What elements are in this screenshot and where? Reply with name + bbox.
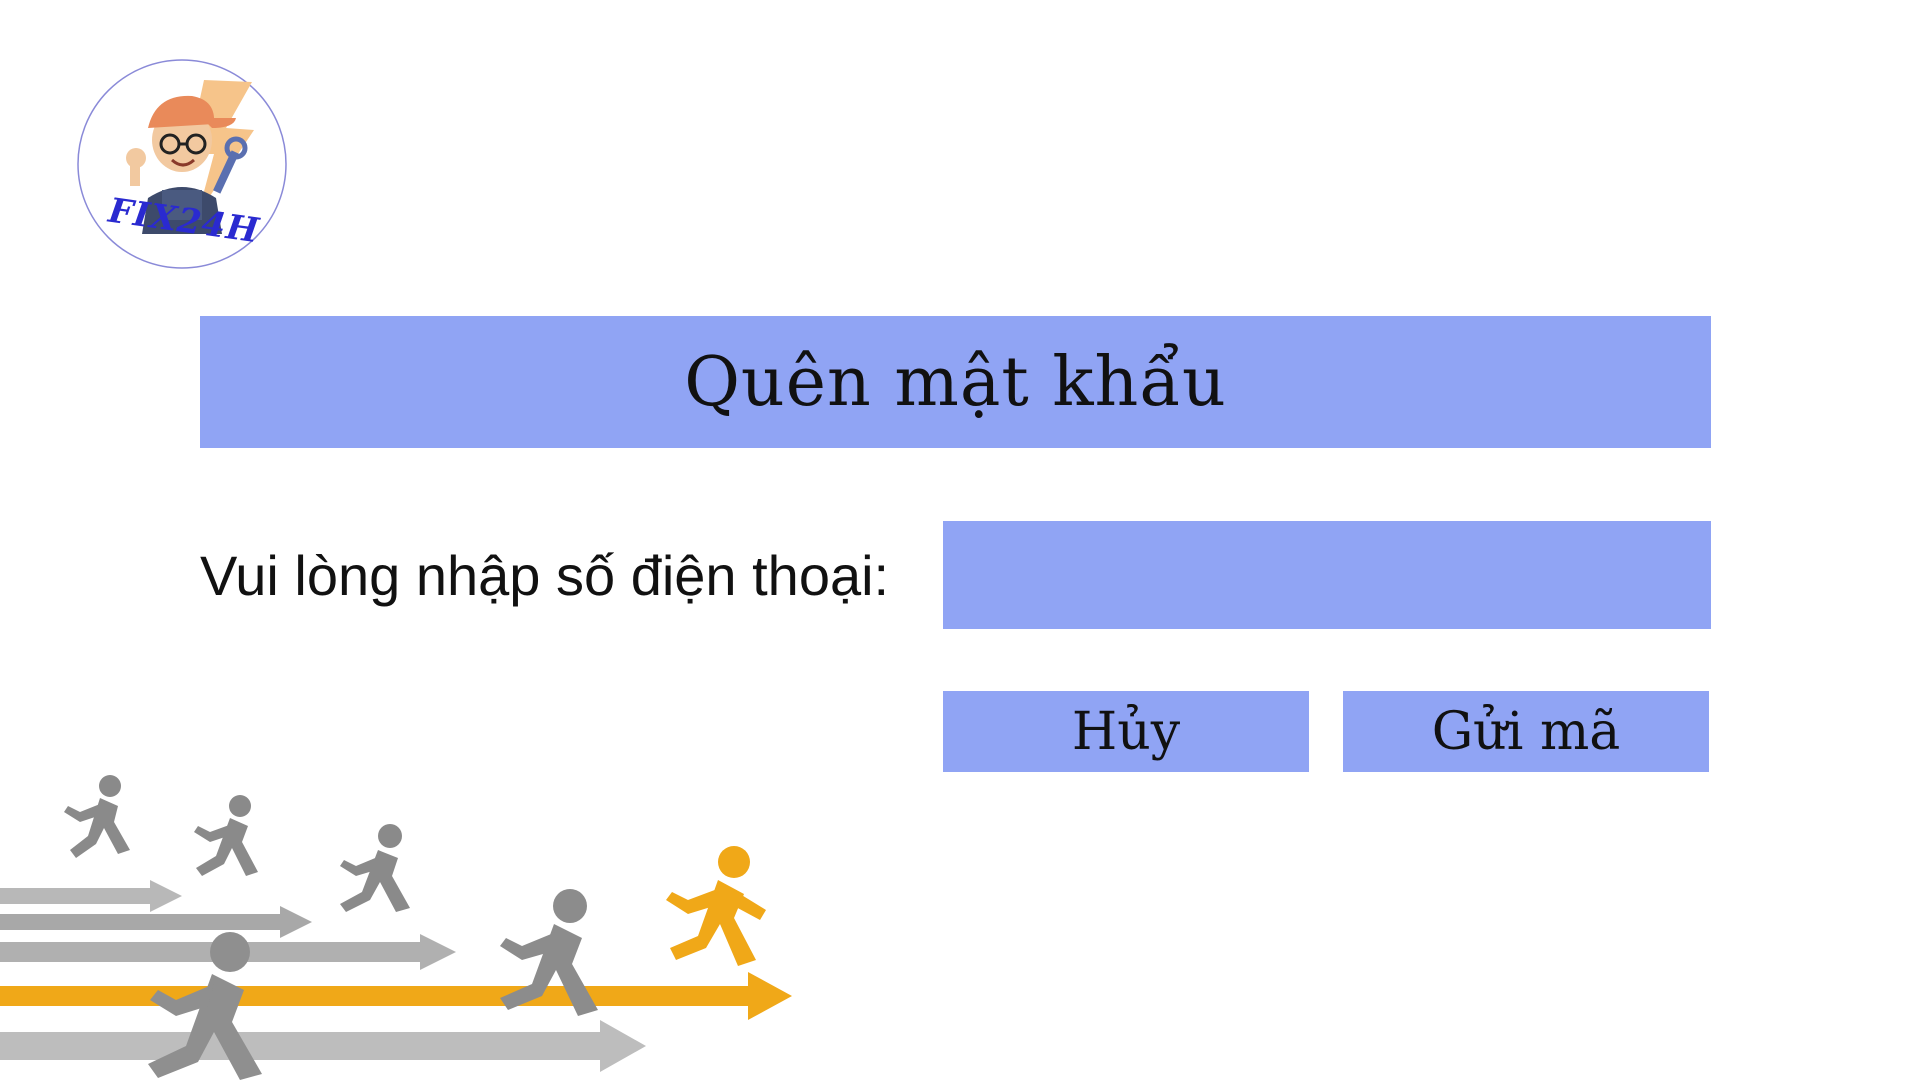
- cancel-button[interactable]: Hủy: [943, 691, 1309, 772]
- runners-race-illustration: [0, 775, 792, 1080]
- runners-illustration: [0, 770, 800, 1080]
- forgot-password-screen: FIX24H Quên mật khẩu Vui lòng nhập số đi…: [0, 0, 1920, 1080]
- page-title-bar: Quên mật khẩu: [200, 316, 1711, 448]
- phone-input[interactable]: [943, 521, 1711, 629]
- phone-label: Vui lòng nhập số điện thoại:: [200, 543, 890, 607]
- send-code-button[interactable]: Gửi mã: [1343, 691, 1709, 772]
- page-title: Quên mật khẩu: [684, 342, 1227, 422]
